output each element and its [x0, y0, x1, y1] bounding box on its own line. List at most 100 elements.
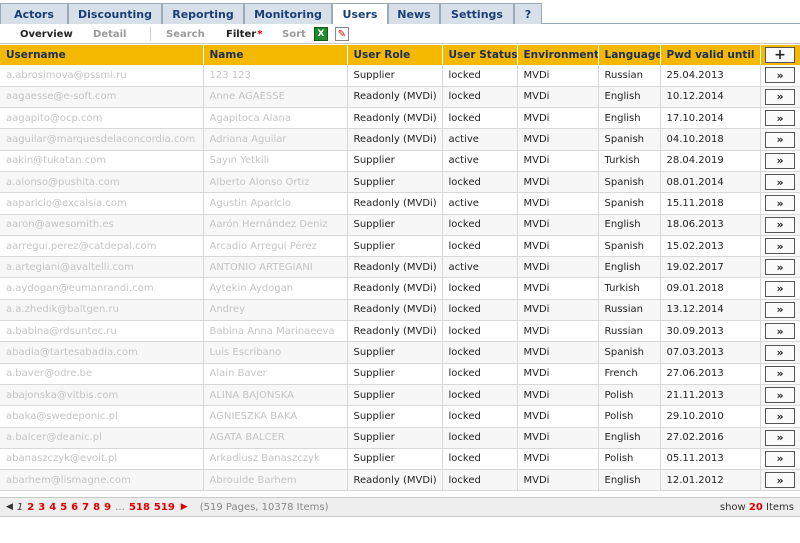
page-link[interactable]: 7: [82, 502, 89, 513]
table-row[interactable]: a.artegiani@avaltelli.com ANTONIO ARTEGIA…: [0, 256, 800, 279]
search-button[interactable]: Search: [166, 24, 205, 44]
open-user-button[interactable]: »: [765, 365, 795, 382]
table-row[interactable]: abajonska@vitbis.com ALINA BAJONSKA Suppli…: [0, 384, 800, 407]
language-cell: English: [598, 256, 661, 279]
tab-monitoring[interactable]: Monitoring: [244, 3, 332, 24]
pwd-valid-until-cell: 04.10.2018: [660, 128, 761, 151]
name-cell: Alberto Alonso Ortiz: [203, 171, 348, 194]
page-link[interactable]: 8: [93, 502, 100, 513]
username-cell: a.abrosimova@pssmi.ru: [0, 65, 204, 87]
tab-users[interactable]: Users: [332, 3, 388, 25]
page-size-value[interactable]: 20: [749, 502, 763, 513]
user-status-cell: locked: [442, 405, 518, 428]
language-cell: Russian: [598, 320, 661, 343]
column-header-language[interactable]: Language: [598, 45, 661, 65]
open-user-button[interactable]: »: [765, 131, 795, 148]
open-user-button[interactable]: »: [765, 344, 795, 361]
open-user-button[interactable]: »: [765, 387, 795, 404]
open-user-button[interactable]: »: [765, 472, 795, 489]
open-user-button[interactable]: »: [765, 88, 795, 105]
username-cell: abajonska@vitbis.com: [0, 384, 204, 407]
page-link[interactable]: 5: [60, 502, 67, 513]
tab-help[interactable]: ?: [514, 3, 542, 24]
page-link[interactable]: 9: [104, 502, 111, 513]
page-link[interactable]: 518: [129, 502, 150, 513]
tab-discounting[interactable]: Discounting: [68, 3, 162, 24]
table-row[interactable]: aarregui.perez@catdepal.com Arcadio Arreg…: [0, 235, 800, 258]
open-user-button[interactable]: »: [765, 67, 795, 84]
username-cell: aaguilar@marquesdelaconcordia.com: [0, 128, 204, 151]
table-row[interactable]: aaparicio@excalsia.com Agustin Aparicio Re…: [0, 192, 800, 215]
tab-reporting[interactable]: Reporting: [162, 3, 244, 24]
table-row[interactable]: abarhem@lismagne.com Abroulde Barhem Reado…: [0, 469, 800, 492]
table-row[interactable]: a.a.zhedik@baltgen.ru Andrey Readonly (MVD…: [0, 299, 800, 322]
open-user-button[interactable]: »: [765, 280, 795, 297]
pagination-bar: ◀ 1 2 3 4 5 6 7 8 9 … 518 519 ▶ (519 Pag…: [0, 497, 800, 517]
column-header-username[interactable]: Username: [0, 45, 204, 65]
table-row[interactable]: aagapito@ocp.com Agapitoca Alana Readonly …: [0, 107, 800, 130]
table-row[interactable]: abadia@tartesabadia.com Luis Escribano Sup…: [0, 341, 800, 364]
open-user-button[interactable]: »: [765, 429, 795, 446]
table-row[interactable]: aaron@awesomith.es Aarón Hernández Deniz S…: [0, 214, 800, 236]
overview-button[interactable]: Overview: [20, 24, 73, 44]
column-header-environment[interactable]: Environment: [517, 45, 599, 65]
sort-button[interactable]: Sort: [282, 24, 306, 44]
tab-settings[interactable]: Settings: [440, 3, 514, 24]
table-row[interactable]: a.baver@odre.be Alain Baver Supplier locked…: [0, 363, 800, 385]
open-user-button[interactable]: »: [765, 110, 795, 127]
table-row[interactable]: a.babina@rdsuntec.ru Babina Anna Marinaee…: [0, 320, 800, 343]
page-size-selector[interactable]: show 20 Items: [720, 502, 794, 513]
column-header-pwd-valid-until[interactable]: Pwd valid until: [660, 45, 761, 65]
tab-news[interactable]: News: [388, 3, 440, 24]
user-status-cell: locked: [442, 171, 518, 194]
excel-export-icon[interactable]: X: [314, 27, 328, 41]
open-user-button[interactable]: »: [765, 301, 795, 318]
user-status-cell: locked: [442, 363, 518, 385]
table-row[interactable]: a.balcer@deanic.pl AGATA BALCER Supplier lo…: [0, 427, 800, 449]
table-row[interactable]: aaguilar@marquesdelaconcordia.com Adriana…: [0, 128, 800, 151]
open-user-button[interactable]: »: [765, 323, 795, 340]
open-user-button[interactable]: »: [765, 238, 795, 255]
username-cell: aaparicio@excalsia.com: [0, 192, 204, 215]
open-user-button[interactable]: »: [765, 259, 795, 276]
open-user-button[interactable]: »: [765, 174, 795, 191]
user-role-cell: Readonly (MVDi): [347, 86, 443, 109]
page-link[interactable]: 4: [49, 502, 56, 513]
table-row[interactable]: aakin@tukatan.com Sayın Yetkili Supplier ac…: [0, 150, 800, 172]
user-role-cell: Supplier: [347, 214, 443, 236]
environment-cell: MVDi: [517, 363, 599, 385]
column-header-user-status[interactable]: User Status: [442, 45, 518, 65]
table-row[interactable]: a.aydogan@eumanrandi.com Aytekin Aydogan R…: [0, 277, 800, 300]
environment-cell: MVDi: [517, 171, 599, 194]
user-status-cell: locked: [442, 469, 518, 492]
open-user-button[interactable]: »: [765, 195, 795, 212]
name-cell: Alain Baver: [203, 363, 348, 385]
open-user-button[interactable]: »: [765, 216, 795, 233]
table-row[interactable]: aagaesse@e-soft.com Anne AGAESSE Readonly …: [0, 86, 800, 109]
table-row[interactable]: abaka@swedeponic.pl AGNIESZKA BAKA Supplie…: [0, 405, 800, 428]
column-header-user-role[interactable]: User Role: [347, 45, 443, 65]
environment-cell: MVDi: [517, 405, 599, 428]
pin-icon[interactable]: ✎: [335, 27, 349, 41]
previous-page-icon[interactable]: ◀: [6, 502, 13, 512]
open-user-button[interactable]: »: [765, 450, 795, 467]
username-cell: a.aydogan@eumanrandi.com: [0, 277, 204, 300]
column-header-name[interactable]: Name: [203, 45, 348, 65]
page-link[interactable]: 3: [38, 502, 45, 513]
table-row[interactable]: a.alonso@pushita.com Alberto Alonso Ortiz…: [0, 171, 800, 194]
page-link[interactable]: 2: [27, 502, 34, 513]
name-cell: AGNIESZKA BAKA: [203, 405, 348, 428]
table-row[interactable]: abanaszczyk@evoit.pl Arkadiusz Banaszczyk…: [0, 448, 800, 471]
open-user-button[interactable]: »: [765, 408, 795, 425]
table-row[interactable]: a.abrosimova@pssmi.ru 123 123 Supplier lock…: [0, 65, 800, 87]
tab-actors[interactable]: Actors: [0, 3, 68, 24]
page-link[interactable]: 519: [154, 502, 175, 513]
toolbar-divider: [150, 27, 151, 41]
add-user-button[interactable]: +: [765, 47, 795, 63]
detail-button[interactable]: Detail: [93, 24, 126, 44]
open-user-button[interactable]: »: [765, 152, 795, 169]
next-page-icon[interactable]: ▶: [181, 502, 188, 512]
username-cell: abanaszczyk@evoit.pl: [0, 448, 204, 471]
filter-button[interactable]: Filter *: [226, 24, 262, 44]
page-link[interactable]: 6: [71, 502, 78, 513]
